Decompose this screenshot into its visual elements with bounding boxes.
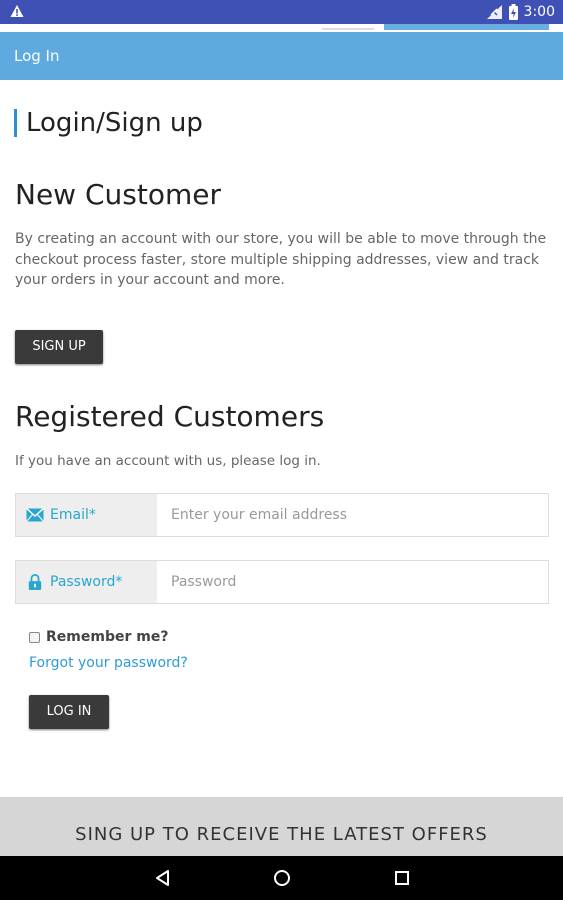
registered-customers-heading: Registered Customers xyxy=(15,400,325,433)
top-peek xyxy=(0,24,563,32)
new-customer-description: By creating an account with our store, y… xyxy=(15,231,547,288)
status-icons: 3:00 xyxy=(486,3,555,21)
peek-field xyxy=(322,24,374,30)
remember-me-checkbox[interactable] xyxy=(29,631,40,643)
signal-icon xyxy=(486,5,502,19)
newsletter-banner: SING UP TO RECEIVE THE LATEST OFFERS xyxy=(0,797,563,857)
home-icon[interactable] xyxy=(272,868,292,888)
app-header: Log In xyxy=(0,32,563,80)
new-customer-heading: New Customer xyxy=(15,178,221,211)
android-nav-bar xyxy=(0,856,563,900)
warning-icon xyxy=(10,5,24,17)
email-label: Email* xyxy=(16,494,157,536)
back-icon[interactable] xyxy=(153,868,173,888)
registered-subtitle: If you have an account with us, please l… xyxy=(15,453,321,469)
email-field: Email* xyxy=(15,493,549,537)
lock-icon xyxy=(28,574,42,590)
status-bar: 3:00 xyxy=(0,0,563,24)
newsletter-text: SING UP TO RECEIVE THE LATEST OFFERS xyxy=(75,824,488,845)
log-in-button[interactable]: LOG IN xyxy=(29,695,109,729)
battery-icon xyxy=(508,4,518,20)
forgot-password-link[interactable]: Forgot your password? xyxy=(29,655,188,671)
peek-button xyxy=(384,24,549,30)
password-input[interactable] xyxy=(157,561,548,603)
password-label-text: Password* xyxy=(50,574,123,590)
remember-me-label: Remember me? xyxy=(46,629,169,645)
page-title: Login/Sign up xyxy=(14,109,203,137)
sign-up-button[interactable]: SIGN UP xyxy=(15,330,103,364)
password-label: Password* xyxy=(16,561,157,603)
password-field: Password* xyxy=(15,560,549,604)
header-title: Log In xyxy=(14,47,60,65)
email-input[interactable] xyxy=(157,494,548,536)
remember-me[interactable]: Remember me? xyxy=(29,629,168,645)
envelope-icon xyxy=(26,507,44,522)
recents-icon[interactable] xyxy=(392,868,412,888)
email-label-text: Email* xyxy=(50,507,96,523)
status-time: 3:00 xyxy=(523,4,555,20)
